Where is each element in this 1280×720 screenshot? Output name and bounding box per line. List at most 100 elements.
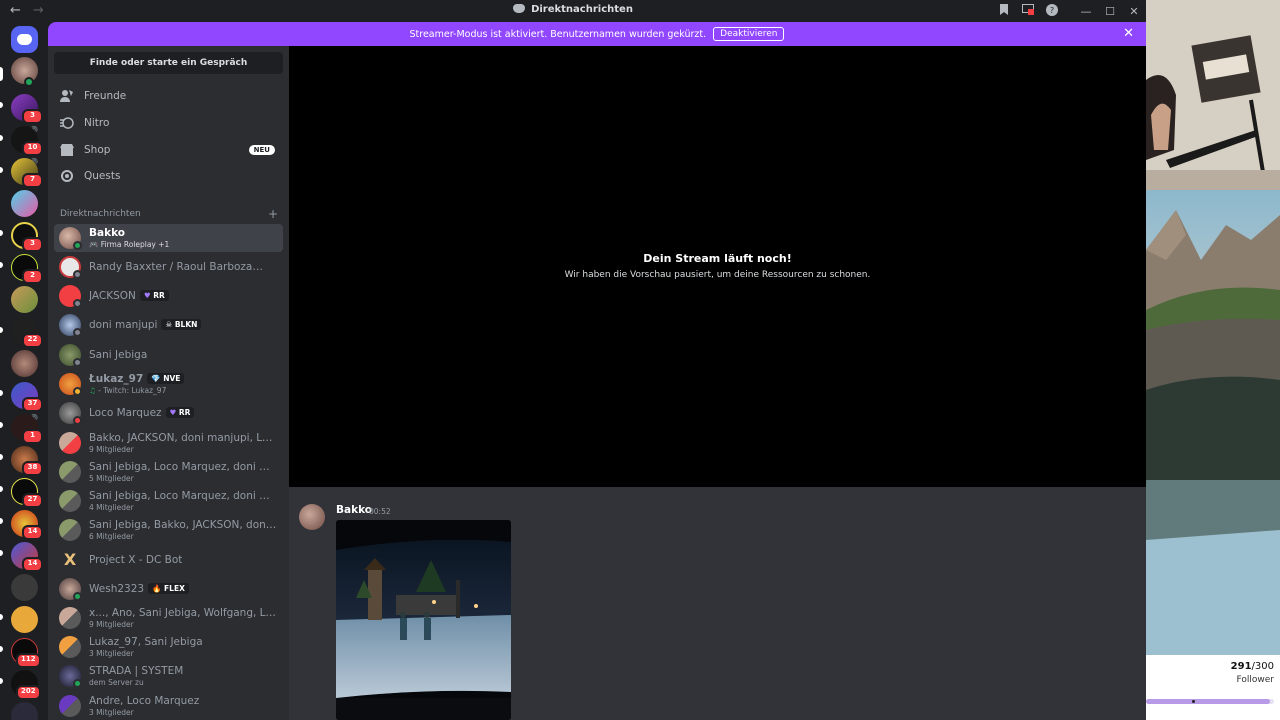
background-scenery-image [1146,190,1280,655]
mention-badge: 3 [22,237,43,252]
server-icon[interactable] [11,286,38,313]
chat-area: Bakko 00:52 [289,487,1146,720]
dm-item[interactable]: doni manjupi ☠ BLKN [54,311,283,339]
status-online [73,592,82,601]
group-avatar [59,490,81,512]
server-icon[interactable] [11,702,38,720]
follower-count: 291/300 [1230,661,1274,672]
nav-shop[interactable]: Shop NEU [56,138,283,162]
unread-pill [0,262,3,268]
group-dm-item[interactable]: Bakko, JACKSON, doni manjupi, Loco M... … [54,429,283,457]
dm-name: JACKSON ♥ RR [89,290,169,302]
dm-activity: ♫ - Twitch: Lukaz_97 [89,386,167,395]
status-offline [73,358,82,367]
home-button[interactable] [11,26,38,53]
friends-icon [60,89,74,103]
close-window-icon[interactable]: ✕ [1122,5,1146,18]
mention-badge: 112 [16,653,41,668]
dm-item[interactable]: STRADA | SYSTEM dem Server zu [54,662,283,690]
member-count: 3 Mitglieder [89,649,134,658]
webcam-feed [1146,0,1280,191]
unread-pill [0,135,3,141]
dm-activity: dem Server zu [89,678,144,687]
member-count: 9 Mitglieder [89,620,134,629]
mention-badge: 38 [22,461,43,476]
server-icon[interactable] [11,606,38,633]
banner-text: Streamer-Modus ist aktiviert. Benutzerna… [409,28,707,40]
server-tag: 💎 NVE [147,373,185,384]
quests-icon [60,169,74,183]
dm-item[interactable]: Randy Baxxter / Raoul Barboza♥ RR [54,253,283,281]
minimize-icon[interactable]: — [1074,5,1098,18]
nav-friends[interactable]: Freunde [56,84,283,108]
stream-status-icon[interactable] [1016,4,1040,18]
member-count: 6 Mitglieder [89,532,134,541]
dm-item-bakko[interactable]: Bakko 🎮 Firma Roleplay +1 [54,224,283,252]
dm-name: x..., Ano, Sani Jebiga, Wolfgang, Lukaz_… [89,607,277,619]
bot-x-icon: X [59,549,81,571]
dm-item[interactable]: Łukaz_97 💎 NVE ♫ - Twitch: Lukaz_97 [54,370,283,398]
find-conversation-button[interactable]: Finde oder starte ein Gespräch [54,52,283,74]
follower-goal-widget: 291/300 Follower [1146,655,1280,720]
dm-name: Sani Jebiga [89,349,148,361]
dm-sidebar: Finde oder starte ein Gespräch Freunde N… [48,46,289,720]
unread-pill [0,422,3,428]
group-dm-item[interactable]: x..., Ano, Sani Jebiga, Wolfgang, Lukaz_… [54,604,283,632]
status-idle [73,387,82,396]
server-icon[interactable] [11,574,38,601]
message-image-attachment[interactable] [336,520,511,720]
unread-pill [0,614,3,620]
status-dnd [73,416,82,425]
window-controls: ? — ☐ ✕ [992,0,1146,22]
nav-quests[interactable]: Quests [56,164,283,188]
close-banner-icon[interactable]: ✕ [1123,26,1134,41]
group-avatar [59,519,81,541]
server-indicator [0,67,3,81]
status-offline [73,299,82,308]
dm-item[interactable]: JACKSON ♥ RR [54,282,283,310]
server-tag: ☠ BLKN [161,319,202,330]
nav-label: Quests [84,170,121,182]
nav-label: Freunde [84,90,127,102]
unread-pill [0,518,3,524]
dm-item[interactable]: X Project X - DC Bot [54,546,283,574]
online-dot [24,77,34,87]
group-dm-item[interactable]: Sani Jebiga, Loco Marquez, doni manjupi … [54,487,283,515]
help-icon[interactable]: ? [1040,3,1064,19]
mention-badge: 2 [22,269,43,284]
deactivate-button[interactable]: Deaktivieren [713,27,785,41]
dm-name: Randy Baxxter / Raoul Barboza♥ RR [89,261,277,273]
mention-badge: 14 [22,557,43,572]
message-author[interactable]: Bakko [336,504,372,516]
nav-label: Shop [84,144,111,156]
mention-badge: 27 [22,493,43,508]
server-icon[interactable] [11,190,38,217]
unread-pill [0,327,3,333]
message-avatar[interactable] [299,504,325,530]
dm-name: Łukaz_97 💎 NVE [89,373,185,385]
member-count: 5 Mitglieder [89,474,134,483]
group-dm-item[interactable]: Sani Jebiga, Bakko, JACKSON, doni ma... … [54,516,283,544]
group-dm-item[interactable]: Lukaz_97, Sani Jebiga 3 Mitglieder [54,633,283,661]
group-dm-item[interactable]: Sani Jebiga, Loco Marquez, doni manju...… [54,458,283,486]
stream-preview: Dein Stream läuft noch! Wir haben die Vo… [289,46,1146,487]
dm-name: Project X - DC Bot [89,554,183,566]
dm-item[interactable]: Sani Jebiga [54,341,283,369]
unread-pill [0,678,3,684]
dm-item[interactable]: Wesh2323 🔥 FLEX [54,575,283,603]
mention-badge: 14 [22,525,43,540]
mention-badge: 10 [22,141,43,156]
create-dm-plus-icon[interactable]: + [268,207,278,221]
follower-progress-fill [1146,699,1271,704]
group-avatar [59,695,81,717]
inbox-icon[interactable] [992,4,1016,18]
unread-pill [0,390,3,396]
mention-badge: 3 [22,109,43,124]
maximize-icon[interactable]: ☐ [1098,5,1122,18]
dm-item[interactable]: Loco Marquez ♥ RR [54,399,283,427]
member-count: 3 Mitglieder [89,708,134,717]
member-count: 9 Mitglieder [89,445,134,454]
server-icon[interactable] [11,350,38,377]
nav-nitro[interactable]: Nitro [56,111,283,135]
group-dm-item[interactable]: Andre, Loco Marquez 3 Mitglieder [54,692,283,720]
